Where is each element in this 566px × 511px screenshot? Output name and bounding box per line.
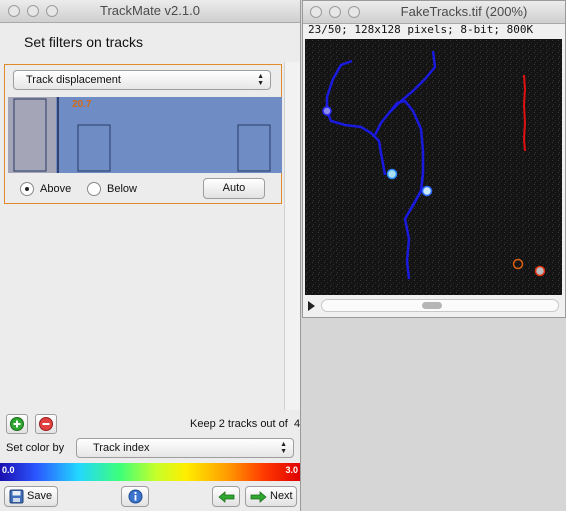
- color-scale-min: 0.0: [2, 465, 15, 475]
- previous-button[interactable]: [212, 486, 240, 507]
- arrow-right-icon: [250, 491, 267, 503]
- track-line-filtered[interactable]: [522, 74, 527, 152]
- trackmate-titlebar[interactable]: TrackMate v2.1.0: [0, 0, 300, 23]
- histogram-bar: [77, 124, 111, 172]
- below-label: Below: [107, 183, 137, 195]
- color-scale-max: 3.0: [285, 465, 298, 475]
- above-label: Above: [40, 183, 72, 195]
- color-scale-bar: 0.0 3.0: [0, 463, 300, 481]
- info-button[interactable]: [121, 486, 149, 507]
- save-button[interactable]: Save: [4, 486, 58, 507]
- auto-button[interactable]: Auto: [203, 178, 265, 199]
- panel-title: Set filters on tracks: [24, 34, 144, 50]
- tracks-overlay: [305, 39, 562, 295]
- filter-list-scrollbar[interactable]: [284, 62, 300, 410]
- spot-marker[interactable]: [322, 106, 332, 116]
- color-by-label: Set color by: [6, 442, 65, 454]
- threshold-histogram[interactable]: 20.7: [8, 97, 282, 173]
- histogram-bar: [237, 124, 271, 172]
- window-title: TrackMate v2.1.0: [100, 3, 200, 18]
- save-label: Save: [27, 490, 53, 502]
- color-by-select[interactable]: Track index ▲ ▼: [76, 438, 294, 458]
- info-icon: [128, 489, 143, 504]
- image-canvas[interactable]: [305, 39, 562, 295]
- spot-marker[interactable]: [386, 168, 398, 180]
- next-label: Next: [270, 490, 293, 502]
- image-titlebar[interactable]: FakeTracks.tif (200%): [303, 1, 565, 24]
- select-arrows-icon: ▲ ▼: [280, 441, 287, 455]
- threshold-value: 20.7: [72, 99, 92, 110]
- minus-icon: [39, 417, 53, 431]
- remove-filter-button[interactable]: [35, 414, 57, 434]
- plus-icon: [10, 417, 24, 431]
- spot-marker[interactable]: [421, 185, 433, 197]
- histogram-excluded-region: [8, 97, 56, 173]
- feature-select-value: Track displacement: [26, 74, 121, 86]
- above-radio[interactable]: [20, 182, 34, 196]
- image-window: FakeTracks.tif (200%) 23/50; 128x128 pix…: [302, 0, 566, 318]
- frame-scrollbar[interactable]: [321, 299, 559, 312]
- zoom-window-button[interactable]: [348, 6, 360, 18]
- select-arrows-icon: ▲ ▼: [257, 73, 264, 87]
- image-window-title: FakeTracks.tif (200%): [400, 4, 528, 19]
- close-window-button[interactable]: [310, 6, 322, 18]
- spot-marker[interactable]: [534, 265, 546, 277]
- color-by-value: Track index: [93, 442, 150, 454]
- next-button[interactable]: Next: [245, 486, 297, 507]
- below-radio[interactable]: [87, 182, 101, 196]
- arrow-left-icon: [218, 491, 235, 503]
- histogram-chart: [8, 97, 271, 173]
- minimize-window-button[interactable]: [329, 6, 341, 18]
- add-filter-button[interactable]: [6, 414, 28, 434]
- track-count-summary: Keep 2 tracks out of 4.: [190, 418, 301, 430]
- frame-scrollbar-thumb[interactable]: [422, 302, 442, 309]
- trackmate-window: TrackMate v2.1.0 Set filters on tracks T…: [0, 0, 301, 511]
- image-info: 23/50; 128x128 pixels; 8-bit; 800K: [308, 23, 534, 36]
- feature-select[interactable]: Track displacement ▲ ▼: [13, 70, 271, 90]
- play-icon[interactable]: [308, 301, 315, 311]
- save-icon: [9, 489, 24, 504]
